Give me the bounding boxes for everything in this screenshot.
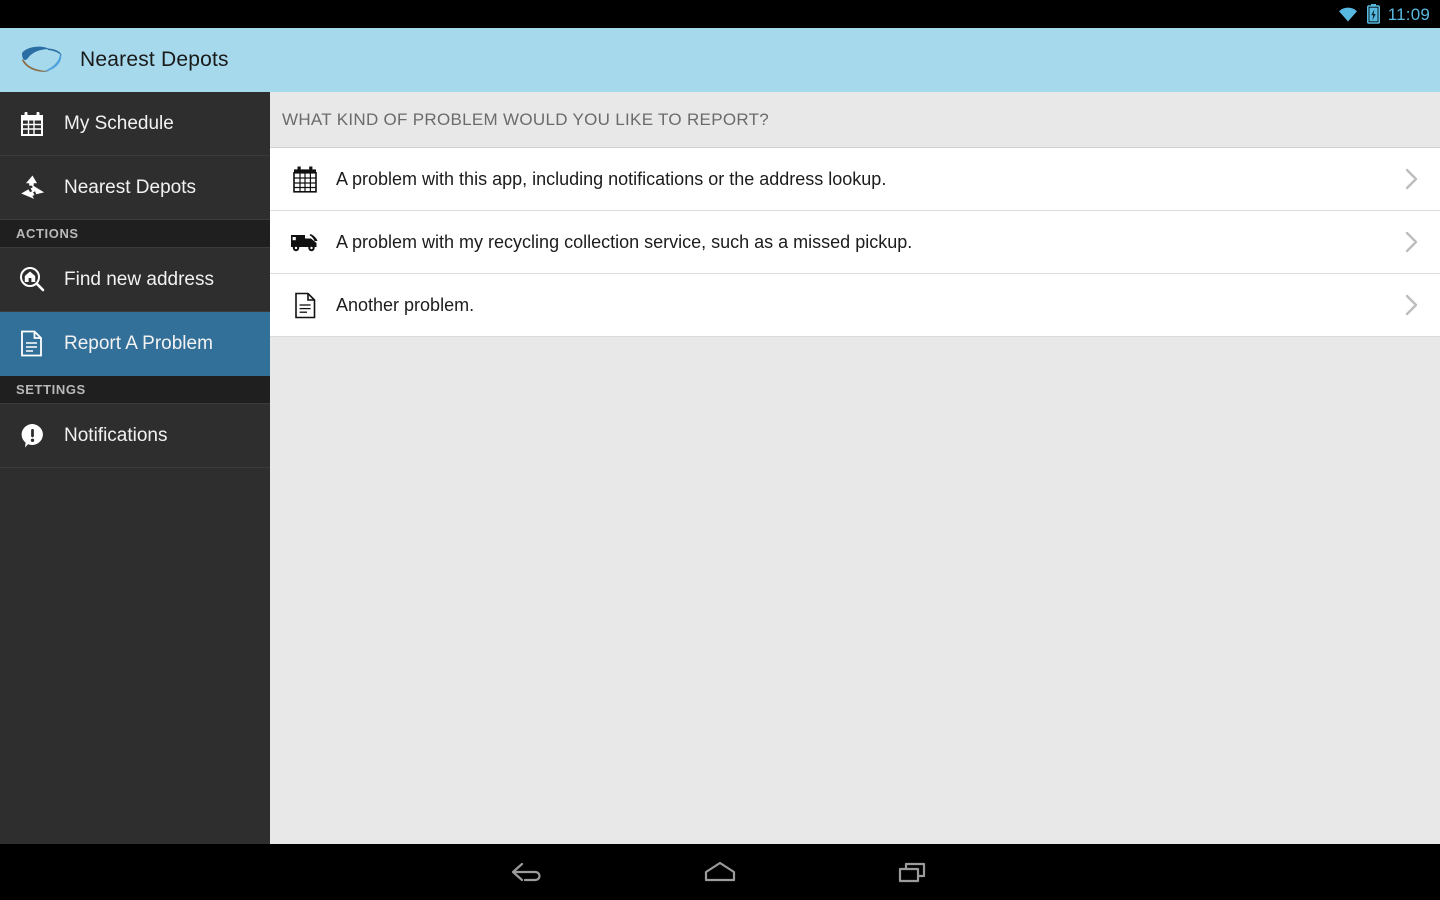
search-home-icon <box>16 264 48 296</box>
sidebar-section-label: SETTINGS <box>16 382 86 397</box>
list-item-label: Another problem. <box>336 294 475 315</box>
battery-charging-icon <box>1366 4 1380 24</box>
list-item-collection-problem[interactable]: A problem with my recycling collection s… <box>270 211 1440 274</box>
sidebar-section-settings: SETTINGS <box>0 376 270 404</box>
wifi-icon <box>1337 5 1359 23</box>
recycle-icon <box>16 172 48 204</box>
truck-icon <box>288 225 322 259</box>
list-item-label: A problem with this app, including notif… <box>336 168 887 189</box>
app-bar: Nearest Depots <box>0 28 1440 92</box>
recycling-swirl-logo <box>16 44 66 76</box>
list-item-label: A problem with my recycling collection s… <box>336 231 913 252</box>
chevron-right-icon <box>1400 228 1424 256</box>
sidebar-item-label: Nearest Depots <box>64 176 197 198</box>
calendar-icon <box>288 162 322 196</box>
alert-bubble-icon <box>16 420 48 452</box>
calendar-icon <box>16 108 48 140</box>
app-bar-title: Nearest Depots <box>80 48 229 71</box>
android-navigation-bar <box>0 844 1440 900</box>
list-item-app-problem[interactable]: A problem with this app, including notif… <box>270 148 1440 211</box>
android-screen: 11:09 Nearest Depots My Schedule Nearest… <box>0 0 1440 900</box>
status-bar: 11:09 <box>0 0 1440 28</box>
home-button[interactable] <box>694 852 746 892</box>
sidebar: My Schedule Nearest Depots ACTIONS Find … <box>0 92 270 844</box>
sidebar-item-label: My Schedule <box>64 112 174 134</box>
sidebar-item-my-schedule[interactable]: My Schedule <box>0 92 270 156</box>
sidebar-item-find-new-address[interactable]: Find new address <box>0 248 270 312</box>
chevron-right-icon <box>1400 165 1424 193</box>
sidebar-item-report-a-problem[interactable]: Report A Problem <box>0 312 270 376</box>
content-empty-space <box>270 337 1440 844</box>
sidebar-item-notifications[interactable]: Notifications <box>0 404 270 468</box>
sidebar-empty-space <box>0 468 270 844</box>
document-icon <box>16 328 48 360</box>
sidebar-section-actions: ACTIONS <box>0 220 270 248</box>
status-bar-clock: 11:09 <box>1387 4 1430 24</box>
list-item-another-problem[interactable]: Another problem. <box>270 274 1440 337</box>
sidebar-section-label: ACTIONS <box>16 226 79 241</box>
content-header-label: WHAT KIND OF PROBLEM WOULD YOU LIKE TO R… <box>282 109 770 129</box>
chevron-right-icon <box>1400 291 1424 319</box>
back-button[interactable] <box>502 852 554 892</box>
document-icon <box>288 288 322 322</box>
body-row: My Schedule Nearest Depots ACTIONS Find … <box>0 92 1440 844</box>
content-area: WHAT KIND OF PROBLEM WOULD YOU LIKE TO R… <box>270 92 1440 844</box>
sidebar-item-label: Find new address <box>64 268 214 290</box>
recents-button[interactable] <box>886 852 938 892</box>
sidebar-item-nearest-depots[interactable]: Nearest Depots <box>0 156 270 220</box>
sidebar-item-label: Report A Problem <box>64 332 213 354</box>
problem-type-list: A problem with this app, including notif… <box>270 148 1440 337</box>
content-header: WHAT KIND OF PROBLEM WOULD YOU LIKE TO R… <box>270 92 1440 148</box>
sidebar-item-label: Notifications <box>64 424 168 446</box>
